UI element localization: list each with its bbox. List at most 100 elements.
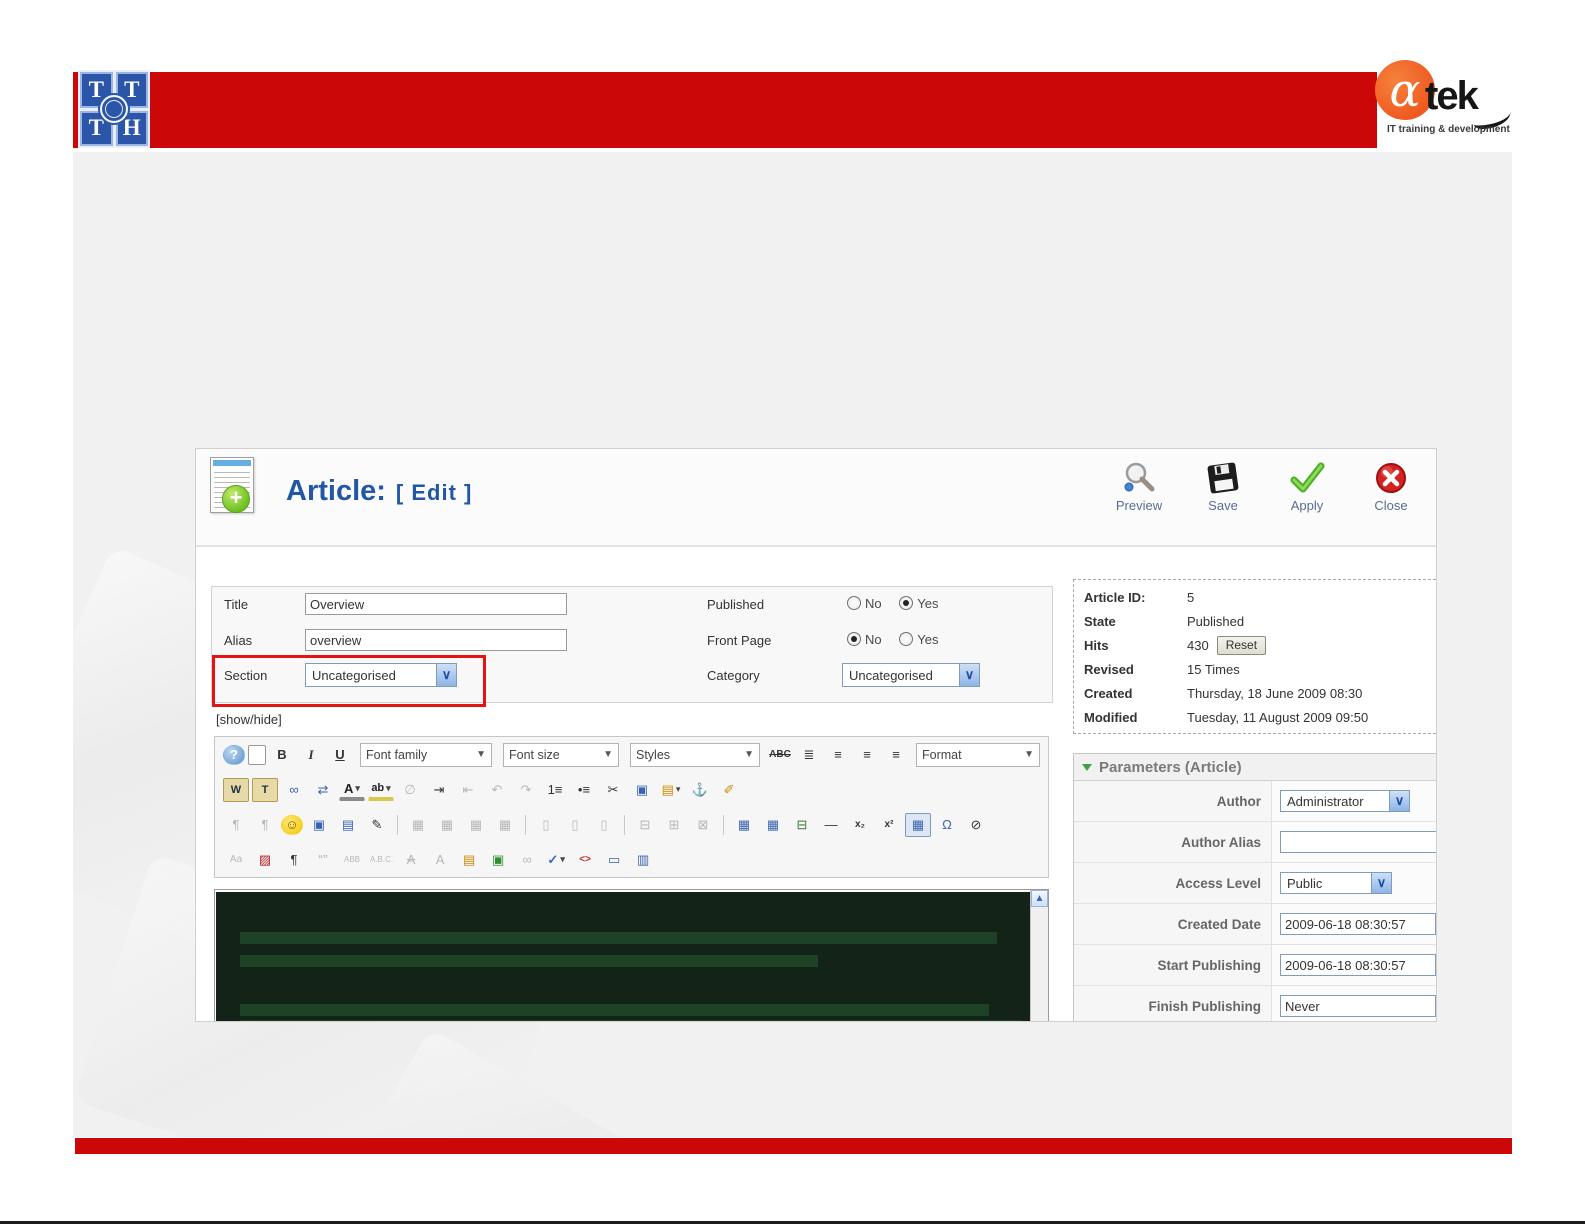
close-button[interactable]: Close — [1360, 461, 1422, 513]
editor-scrollbar[interactable]: ▲ — [1030, 890, 1048, 1021]
apply-button-label: Apply — [1290, 498, 1324, 513]
category-select[interactable]: Uncategorised ∨ — [842, 663, 980, 687]
category-label: Category — [707, 668, 760, 683]
published-no-radio[interactable] — [847, 596, 861, 610]
edit-css-style-icon[interactable]: ✎ — [364, 813, 390, 837]
print-icon[interactable]: ⊟ — [789, 813, 815, 837]
align-right-icon[interactable]: ≡ — [883, 743, 909, 767]
table-properties-icon[interactable]: ▦ — [760, 813, 786, 837]
detail-row: Created Thursday, 18 June 2009 08:30 — [1074, 681, 1436, 705]
revised-value: 15 Times — [1187, 661, 1240, 677]
italic-icon[interactable]: I — [298, 743, 324, 767]
published-yes-radio[interactable] — [899, 596, 914, 610]
insert-media-icon[interactable]: ▣ — [306, 813, 332, 837]
anchor-icon[interactable]: ⚓ — [687, 778, 713, 802]
code-view-icon[interactable]: <> — [572, 848, 598, 872]
bold-icon[interactable]: B — [269, 743, 295, 767]
styles-select[interactable]: Styles ▼ — [630, 742, 760, 767]
copy-icon[interactable]: ▣ — [629, 778, 655, 802]
outdent-icon: ⇤ — [462, 781, 474, 797]
apply-button[interactable]: Apply — [1276, 461, 1338, 513]
access-level-select[interactable]: Public ∨ — [1280, 872, 1392, 894]
chevron-down-icon: ▼ — [744, 749, 754, 760]
alias-input[interactable] — [305, 629, 567, 651]
preview-button[interactable]: Preview — [1108, 461, 1170, 513]
text-color-icon[interactable]: A ▾ — [339, 778, 365, 801]
font-size-select[interactable]: Font size ▼ — [503, 742, 619, 767]
spellcheck-icon[interactable]: ✓ ▾ — [543, 848, 569, 872]
horizontal-rule-icon[interactable]: — — [818, 813, 844, 837]
image-properties-icon[interactable]: ▤ — [456, 848, 482, 872]
format-select[interactable]: Format ▼ — [916, 742, 1040, 767]
visual-guidelines-icon[interactable]: ▦ — [905, 812, 931, 837]
find-icon[interactable]: ∞ — [281, 778, 307, 802]
preview-document-icon[interactable]: ▤ — [335, 813, 361, 837]
author-select[interactable]: Administrator ∨ — [1280, 790, 1410, 812]
finish-publishing-input[interactable] — [1280, 995, 1436, 1017]
new-document-icon[interactable] — [248, 744, 266, 765]
scroll-up-arrow-icon[interactable]: ▲ — [1031, 890, 1048, 907]
justify-full-icon[interactable]: ≣ — [796, 743, 822, 767]
toolbar-separator — [525, 814, 526, 835]
chevron-down-icon: ▼ — [476, 749, 486, 760]
paste-as-plain-text-icon[interactable]: T — [252, 777, 278, 802]
special-character-icon[interactable]: Ω — [934, 813, 960, 837]
cut-icon[interactable]: ✂ — [600, 778, 626, 802]
ordered-list-icon[interactable]: 1≡ — [542, 778, 568, 802]
front-page-yes-label: Yes — [917, 632, 939, 647]
paste-icon[interactable]: ▤ ▾ — [658, 778, 684, 802]
editor-content-text-line — [240, 932, 998, 944]
article-details-box: Article ID: 5 State Published Hits 430 R… — [1073, 579, 1436, 734]
font-family-select-value: Font family — [366, 747, 428, 762]
align-left-icon[interactable]: ≡ — [854, 743, 880, 767]
delete-row-icon: ⊠ — [697, 816, 709, 832]
editor-content-text-line — [240, 955, 819, 967]
superscript-icon[interactable]: x² — [876, 813, 902, 837]
align-center-icon[interactable]: ≡ — [825, 743, 851, 767]
strikethrough-icon[interactable]: ABC — [767, 743, 793, 767]
page-layout-icon[interactable]: ▥ — [630, 848, 656, 872]
cleanup-code-icon[interactable]: ✐ — [716, 778, 742, 802]
title-input[interactable] — [305, 593, 567, 615]
front-page-yes-radio[interactable] — [899, 632, 914, 646]
indent-icon[interactable]: ⇥ — [426, 778, 452, 802]
subscript-icon[interactable]: x₂ — [847, 813, 873, 837]
editor-show-hide-link[interactable]: [show/hide] — [216, 712, 282, 727]
paste-from-word-icon[interactable]: W — [223, 777, 249, 802]
split-cells-icon: ⊟ — [639, 816, 651, 832]
unordered-list-icon[interactable]: •≡ — [571, 778, 597, 802]
insert-image-icon[interactable]: ▣ — [485, 848, 511, 872]
insert-predefined-hr-icon[interactable]: ▭ — [601, 848, 627, 872]
author-alias-label: Author Alias — [1074, 822, 1272, 862]
insert-row-before-icon: ▦ — [469, 816, 483, 832]
show-paragraph-marks-icon[interactable]: ¶ — [281, 848, 307, 872]
front-page-no-radio[interactable] — [847, 632, 861, 646]
underline-icon[interactable]: U — [327, 743, 353, 767]
insert-table-icon[interactable]: ▦ — [731, 813, 757, 837]
style-properties-icon: Aa — [229, 854, 243, 865]
help-icon[interactable]: ? — [223, 744, 245, 765]
highlight-color-icon[interactable]: ab ▾ — [368, 778, 394, 801]
emoticons-icon[interactable]: ☺ — [281, 814, 303, 835]
start-publishing-input[interactable] — [1280, 954, 1436, 976]
font-family-select[interactable]: Font family ▼ — [360, 742, 492, 767]
remove-format-icon[interactable]: ⊘ — [963, 813, 989, 837]
page-title-text: Article: — [286, 475, 386, 507]
image-placeholder-toggle-icon[interactable]: ▨ — [252, 848, 278, 872]
hits-value: 430 — [1187, 637, 1209, 653]
save-button[interactable]: Save — [1192, 461, 1254, 513]
parameters-panel-header[interactable]: Parameters (Article) — [1074, 754, 1436, 781]
editor-content-area[interactable]: ▲ — [214, 889, 1049, 1021]
reset-hits-button[interactable]: Reset — [1216, 635, 1267, 655]
created-date-label: Created Date — [1074, 904, 1272, 944]
parameters-article-panel: Parameters (Article) Author Administrato… — [1073, 753, 1436, 1021]
find-replace-icon[interactable]: ⇄ — [310, 778, 336, 802]
ltr-direction-icon: ¶ — [232, 817, 240, 832]
title-label: Title — [224, 597, 249, 612]
author-select-value: Administrator — [1287, 793, 1364, 809]
created-date-input[interactable] — [1280, 913, 1436, 935]
modified-value: Tuesday, 11 August 2009 09:50 — [1187, 709, 1369, 725]
editor-content-text-line — [240, 1020, 1022, 1021]
author-alias-input[interactable] — [1280, 831, 1436, 853]
editor-toolbar: ? B I U Font family ▼ Font size ▼ Styles ▼ ABC… — [214, 736, 1049, 878]
